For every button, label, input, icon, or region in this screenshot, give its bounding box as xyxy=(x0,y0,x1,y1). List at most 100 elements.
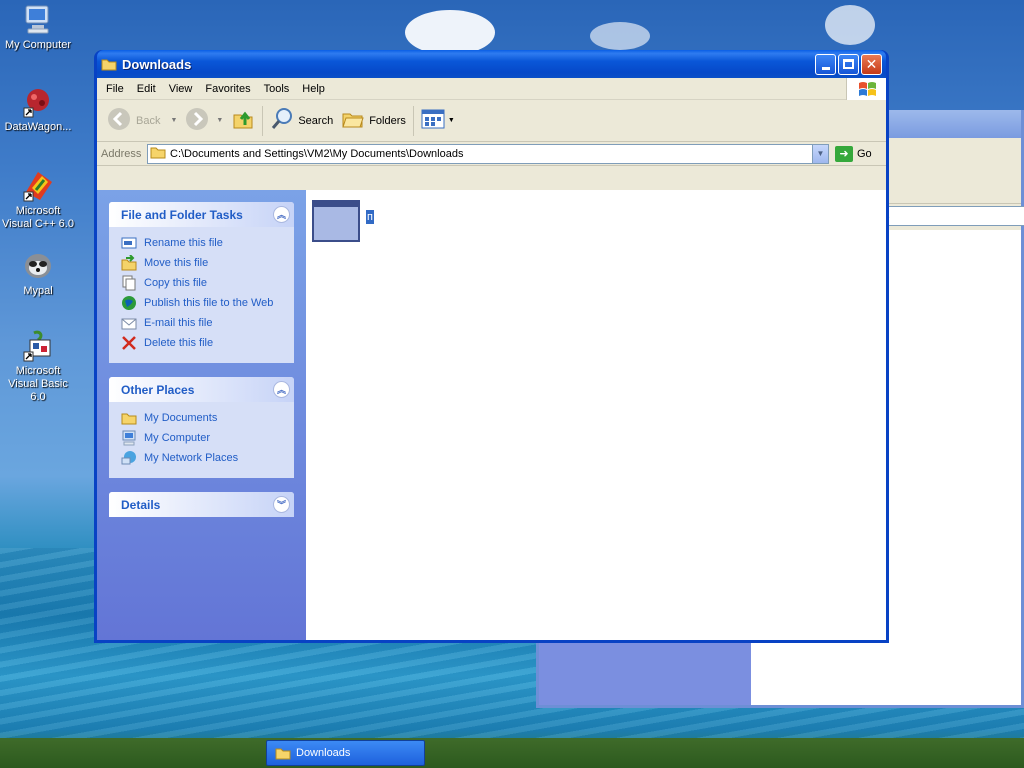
task-rename-file[interactable]: Rename this file xyxy=(121,233,284,253)
menu-view[interactable]: View xyxy=(164,83,201,95)
background-window-address[interactable]: s xyxy=(879,206,1024,226)
task-label: Publish this file to the Web xyxy=(144,297,274,309)
desktop-grass xyxy=(0,738,1024,768)
other-places-panel: Other Places ︽ My Documents My Computer xyxy=(109,377,294,478)
file-list-view[interactable]: п xyxy=(306,190,886,640)
desktop-icon-visual-cpp[interactable]: Microsoft Visual C++ 6.0 xyxy=(0,170,76,231)
desktop-icon-my-computer[interactable]: My Computer xyxy=(0,4,76,52)
address-dropdown-button[interactable]: ▼ xyxy=(812,144,828,163)
other-places-header[interactable]: Other Places ︽ xyxy=(109,377,294,402)
taskbar-button-label: Downloads xyxy=(296,747,351,759)
task-label: Rename this file xyxy=(144,237,223,249)
expand-icon[interactable]: ︾ xyxy=(273,496,290,513)
taskbar-button-downloads[interactable]: Downloads xyxy=(266,740,425,766)
go-arrow-icon: ➜ xyxy=(835,145,853,162)
back-arrow-icon xyxy=(107,107,131,134)
place-my-documents[interactable]: My Documents xyxy=(121,408,284,428)
address-bar: Address C:\Documents and Settings\VM2\My… xyxy=(97,142,886,166)
windows-logo-icon xyxy=(846,78,886,100)
collapse-icon[interactable]: ︽ xyxy=(273,381,290,398)
folders-button[interactable]: Folders xyxy=(337,104,410,138)
chevron-down-icon[interactable]: ▼ xyxy=(448,117,455,124)
forward-button[interactable]: ▼ xyxy=(181,104,227,138)
standard-toolbar: Back ▼ ▼ Search Folders ▼ xyxy=(97,100,886,142)
file-name[interactable]: п xyxy=(366,210,374,224)
search-button[interactable]: Search xyxy=(266,104,337,138)
desktop-icon-datawagon[interactable]: DataWagon... xyxy=(0,86,76,134)
menu-tools[interactable]: Tools xyxy=(259,83,298,95)
folder-icon xyxy=(101,57,117,71)
file-folder-tasks-header[interactable]: File and Folder Tasks ︽ xyxy=(109,202,294,227)
panel-title: Details xyxy=(121,497,161,512)
address-input[interactable]: C:\Documents and Settings\VM2\My Documen… xyxy=(147,143,829,164)
file-item[interactable]: п xyxy=(312,200,374,242)
task-publish-web[interactable]: Publish this file to the Web xyxy=(121,293,284,313)
minimize-icon xyxy=(821,66,830,70)
desktop-icon-label: Mypal xyxy=(23,285,53,297)
maximize-icon xyxy=(843,59,854,69)
task-label: Copy this file xyxy=(144,277,207,289)
datawagon-icon xyxy=(22,86,54,118)
panel-title: File and Folder Tasks xyxy=(121,207,243,222)
go-button[interactable]: ➜ Go xyxy=(835,145,872,162)
up-folder-button[interactable] xyxy=(227,104,259,138)
task-delete-file[interactable]: Delete this file xyxy=(121,333,284,353)
views-button[interactable]: ▼ xyxy=(417,104,459,138)
mypal-icon xyxy=(22,250,54,282)
window-body: File and Folder Tasks ︽ Rename this file… xyxy=(97,190,886,640)
address-label: Address xyxy=(101,147,142,160)
background-window-taskpane xyxy=(539,640,751,705)
back-button[interactable]: Back ▼ xyxy=(103,104,181,138)
menu-file[interactable]: File xyxy=(101,83,132,95)
desktop-icon-mypal[interactable]: Mypal xyxy=(0,250,76,298)
folder-icon xyxy=(275,747,291,760)
collapse-icon[interactable]: ︽ xyxy=(273,206,290,223)
address-value: C:\Documents and Settings\VM2\My Documen… xyxy=(170,147,464,160)
task-pane: File and Folder Tasks ︽ Rename this file… xyxy=(97,190,306,640)
back-label: Back xyxy=(136,114,161,127)
place-my-computer[interactable]: My Computer xyxy=(121,428,284,448)
task-copy-file[interactable]: Copy this file xyxy=(121,273,284,293)
chevron-down-icon[interactable]: ▼ xyxy=(170,117,177,124)
folders-label: Folders xyxy=(369,114,406,127)
desktop-icon-label: Microsoft Visual C++ 6.0 xyxy=(2,205,74,230)
forward-arrow-icon xyxy=(185,107,209,134)
task-label: E-mail this file xyxy=(144,317,213,329)
computer-icon xyxy=(22,4,54,36)
panel-title: Other Places xyxy=(121,382,195,397)
search-label: Search xyxy=(298,114,334,127)
menu-bar: File Edit View Favorites Tools Help xyxy=(97,78,886,100)
up-folder-icon xyxy=(231,107,255,134)
window-title: Downloads xyxy=(122,56,192,72)
cloud xyxy=(590,22,650,50)
explorer-window: Downloads ✕ File Edit View Favorites Too… xyxy=(94,50,889,643)
close-button[interactable]: ✕ xyxy=(861,53,882,75)
details-header[interactable]: Details ︾ xyxy=(109,492,294,517)
task-move-file[interactable]: Move this file xyxy=(121,253,284,273)
window-titlebar[interactable]: Downloads ✕ xyxy=(97,50,886,78)
copy-icon xyxy=(121,275,137,291)
task-email-file[interactable]: E-mail this file xyxy=(121,313,284,333)
menu-edit[interactable]: Edit xyxy=(132,83,164,95)
place-my-network[interactable]: My Network Places xyxy=(121,448,284,468)
folders-icon xyxy=(341,107,365,134)
folder-icon xyxy=(121,410,137,426)
menu-help[interactable]: Help xyxy=(297,83,333,95)
folder-icon xyxy=(150,145,166,162)
chevron-down-icon: ▼ xyxy=(816,149,825,158)
details-panel: Details ︾ xyxy=(109,492,294,517)
desktop-icon-visual-basic[interactable]: Microsoft Visual Basic 6.0 xyxy=(0,330,76,404)
visual-basic-icon xyxy=(22,330,54,362)
maximize-button[interactable] xyxy=(838,53,859,75)
place-label: My Network Places xyxy=(144,452,239,464)
cloud xyxy=(405,10,495,55)
application-window-icon xyxy=(312,200,360,242)
visual-cpp-icon xyxy=(22,170,54,202)
minimize-button[interactable] xyxy=(815,53,836,75)
task-label: Move this file xyxy=(144,257,209,269)
menu-favorites[interactable]: Favorites xyxy=(200,83,258,95)
go-label: Go xyxy=(857,147,872,160)
chevron-down-icon[interactable]: ▼ xyxy=(216,117,223,124)
network-icon xyxy=(121,450,137,466)
globe-icon xyxy=(121,295,137,311)
